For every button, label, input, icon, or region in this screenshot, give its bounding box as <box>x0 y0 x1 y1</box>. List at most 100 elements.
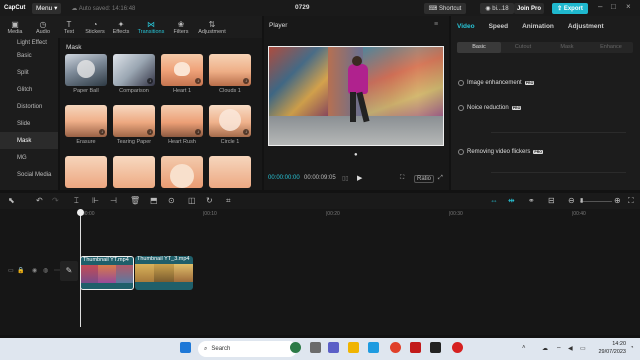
noise-reduction-option[interactable]: Noice reduction PRO <box>458 105 522 111</box>
export-button[interactable]: ⇪ Export <box>552 3 588 14</box>
sidebar-item-light-effect[interactable]: Light Effect <box>0 38 58 47</box>
transition-tile[interactable]: ↓ Circle 1 <box>209 105 251 145</box>
tab-adjustment-panel[interactable]: Adjustment <box>568 23 604 30</box>
subtab-basic[interactable]: Basic <box>457 42 501 53</box>
transition-tile[interactable]: ↓ Tearing Paper <box>113 105 155 145</box>
edge-icon[interactable] <box>368 342 379 353</box>
file-explorer-icon[interactable] <box>348 342 359 353</box>
reduction-slider[interactable] <box>491 124 626 133</box>
volume-icon[interactable]: ◀ <box>568 345 573 352</box>
cloud-icon[interactable]: ☁ <box>542 345 548 352</box>
chrome-icon[interactable] <box>390 342 401 353</box>
timeline-clip[interactable]: Thumbnail YT_3.mp4 <box>135 256 193 290</box>
zoom-out-icon[interactable]: ⊖ <box>568 196 575 205</box>
track-thumbnail-icon[interactable]: ▭ <box>8 267 14 274</box>
task-view-icon[interactable] <box>310 342 321 353</box>
rotate-icon[interactable]: ↻ <box>206 196 213 205</box>
visibility-icon[interactable]: ◉ <box>32 267 37 274</box>
ratio-button[interactable]: Ratio <box>414 175 435 183</box>
select-tool-icon[interactable]: ⬉ <box>8 196 15 205</box>
expand-icon[interactable]: ⤢ <box>438 175 443 182</box>
zoom-slider-handle-icon[interactable]: ▮ <box>580 197 583 204</box>
tab-speed[interactable]: Speed <box>489 23 509 30</box>
crop-icon[interactable]: ⌗ <box>226 196 231 206</box>
app-taskbar-icon[interactable] <box>290 342 301 353</box>
sidebar-item-glitch[interactable]: Glitch <box>0 81 58 98</box>
netflix-icon[interactable] <box>410 342 421 353</box>
fit-icon[interactable]: ⛶ <box>628 196 634 206</box>
capcut-taskbar-icon[interactable] <box>430 342 441 353</box>
subtab-cutout[interactable]: Cutout <box>501 42 545 53</box>
remove-flicker-option[interactable]: Removing video flickers PRO <box>458 149 543 155</box>
notification-icon[interactable]: ◔ <box>630 345 634 351</box>
teams-icon[interactable] <box>328 342 339 353</box>
transition-tile[interactable]: Paper Ball <box>65 54 107 94</box>
transition-tile[interactable] <box>209 156 251 190</box>
undo-icon[interactable]: ↶ <box>36 196 43 205</box>
tray-chevron-icon[interactable]: ˄ <box>522 345 526 351</box>
checkbox[interactable] <box>458 80 464 86</box>
tab-effects[interactable]: ✦ Effects <box>108 16 134 38</box>
sidebar-item-distortion[interactable]: Distortion <box>0 98 58 115</box>
tab-audio[interactable]: ◷ Audio <box>30 16 56 38</box>
audio-track-icon[interactable]: ◍ <box>43 267 48 274</box>
scrub-handle-icon[interactable]: ● <box>354 152 358 158</box>
magnet-icon[interactable]: ⇹ <box>508 196 515 205</box>
taskbar-search[interactable]: ⌕ Search <box>198 341 297 357</box>
transition-tile[interactable] <box>161 156 203 190</box>
transition-tile[interactable]: ↓ Clouds 1 <box>209 54 251 94</box>
join-pro-button[interactable]: Join Pro <box>514 3 544 14</box>
battery-icon[interactable]: ▭ <box>580 345 586 352</box>
tab-animation[interactable]: Animation <box>522 23 554 30</box>
start-icon[interactable] <box>180 342 191 353</box>
player-menu-icon[interactable]: ≡ <box>434 21 438 28</box>
sidebar-item-mask[interactable]: Mask <box>0 132 58 149</box>
fullscreen-frame-icon[interactable]: ⛶ <box>400 175 404 182</box>
tab-media[interactable]: ▣ Media <box>0 16 30 38</box>
lock-icon[interactable]: 🔒 <box>17 267 24 274</box>
close-icon[interactable]: × <box>626 2 631 11</box>
flicker-slider[interactable] <box>491 164 626 173</box>
account-button[interactable]: ◉ bi...18 <box>480 3 514 14</box>
sidebar-item-slide[interactable]: Slide <box>0 115 58 132</box>
split-left-icon[interactable]: ⊩ <box>92 196 99 205</box>
link-icon[interactable]: ⚭ <box>528 196 535 205</box>
transition-tile[interactable]: ↓ Comparison <box>113 54 155 94</box>
play-button-icon[interactable]: ▶ <box>357 174 362 182</box>
tab-adjustment[interactable]: ⇅ Adjustment <box>194 16 230 38</box>
transition-tile[interactable] <box>65 156 107 190</box>
transition-tile[interactable] <box>113 156 155 190</box>
minimize-icon[interactable]: – <box>598 2 602 11</box>
image-enhancement-option[interactable]: Image enhancement PRO <box>458 80 535 86</box>
zoom-in-icon[interactable]: ⊕ <box>614 196 621 205</box>
subtab-mask[interactable]: Mask <box>545 42 589 53</box>
checkbox[interactable] <box>458 105 464 111</box>
menu-button[interactable]: Menu ▾ <box>32 2 62 14</box>
tab-filters[interactable]: ❀ Filters <box>168 16 194 38</box>
timeline-clip[interactable]: Thumbnail YT.mp4 <box>80 256 134 290</box>
split-icon[interactable]: ⌶ <box>74 196 79 206</box>
tab-video[interactable]: Video <box>457 23 475 30</box>
video-preview[interactable] <box>268 46 444 146</box>
transition-tile[interactable]: ↓ Heart Rush <box>161 105 203 145</box>
mirror-icon[interactable]: ◫ <box>188 196 196 205</box>
sidebar-item-basic[interactable]: Basic <box>0 47 58 64</box>
shortcut-button[interactable]: ⌨ Shortcut <box>424 3 466 14</box>
link-main-track-icon[interactable]: ⇔ <box>490 196 498 205</box>
recorder-icon[interactable] <box>452 342 463 353</box>
tab-stickers[interactable]: ◔ Stickers <box>82 16 108 38</box>
checkbox[interactable] <box>458 149 464 155</box>
subtab-enhance[interactable]: Enhance <box>589 42 633 53</box>
freeze-icon[interactable]: ⬒ <box>150 196 158 205</box>
tab-transitions[interactable]: ⋈ Transitions <box>134 16 168 38</box>
split-right-icon[interactable]: ⊣ <box>110 196 117 205</box>
transition-tile[interactable]: ↓ Erasure <box>65 105 107 145</box>
transition-tile[interactable]: ↓ Heart 1 <box>161 54 203 94</box>
delete-icon[interactable]: 🗑 <box>130 196 140 205</box>
sidebar-item-mg[interactable]: MG <box>0 149 58 166</box>
frame-icon[interactable]: ▯▯ <box>342 175 349 182</box>
play-range-icon[interactable]: ⊙ <box>168 196 175 205</box>
maximize-icon[interactable]: □ <box>611 2 616 11</box>
cover-edit-icon[interactable]: ✎ <box>60 261 78 281</box>
tab-text[interactable]: T Text <box>56 16 82 38</box>
